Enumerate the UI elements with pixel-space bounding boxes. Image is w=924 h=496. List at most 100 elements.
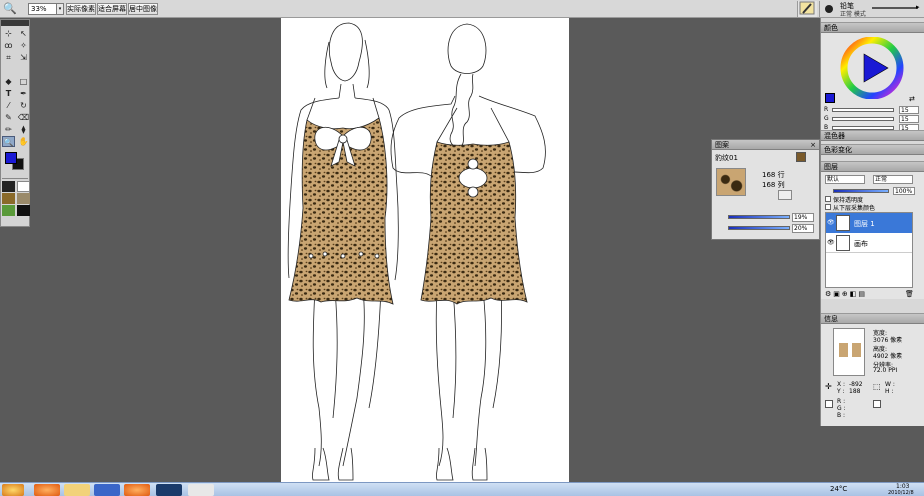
- painter-icon[interactable]: [188, 484, 214, 496]
- close-icon[interactable]: ×: [809, 140, 817, 150]
- start-button[interactable]: [2, 484, 24, 496]
- move-tool-icon[interactable]: ↖: [17, 28, 30, 39]
- folder-icon[interactable]: [64, 484, 90, 496]
- browser-icon[interactable]: [124, 484, 150, 496]
- trash-icon[interactable]: 🗑: [905, 290, 914, 298]
- rect-shape-tool-icon[interactable]: □: [17, 76, 30, 87]
- brush-tool-icon[interactable]: [797, 1, 817, 17]
- weather-temp: 24°C: [830, 485, 848, 493]
- color-variability-title[interactable]: 色彩变化: [821, 145, 924, 155]
- grabber-tool-icon[interactable]: ✋: [17, 136, 30, 147]
- stamp-tool-icon[interactable]: ⧫: [17, 124, 30, 135]
- windows-taskbar: 24°C 1:03 2010/12/8: [0, 482, 924, 496]
- center-image-button[interactable]: 居中图像: [128, 3, 158, 15]
- zoom-input[interactable]: 33%: [28, 3, 58, 15]
- document-thumbnail: [833, 328, 865, 376]
- keep-transparency-checkbox[interactable]: [825, 196, 831, 202]
- pattern-slider-1[interactable]: [728, 215, 790, 219]
- pencil-tool-icon[interactable]: ✏: [2, 124, 15, 135]
- info-panel: 信息 宽度: 3076 像素 高度: 4902 像素 分辨率: 72.0 PPI…: [821, 313, 924, 426]
- crosshair-icon: ✛: [825, 382, 832, 391]
- color-panel-title[interactable]: 颜色: [821, 23, 924, 33]
- fit-screen-button[interactable]: 适合屏幕: [97, 3, 127, 15]
- layers-panel-title[interactable]: 图层: [821, 162, 924, 172]
- opacity-slider[interactable]: [833, 189, 889, 193]
- mixer-panel-title[interactable]: 混色器: [821, 131, 924, 141]
- canvas-thumbnail: [836, 235, 850, 251]
- pattern-value-2[interactable]: 20%: [792, 224, 814, 233]
- current-color-swatch[interactable]: [825, 93, 835, 103]
- look-icon[interactable]: [17, 205, 30, 216]
- layers-list: 👁 图层 1 👁 画布: [825, 212, 913, 288]
- pattern-preview[interactable]: [716, 168, 746, 196]
- mixer-label: 混色器: [824, 132, 845, 140]
- layer-adjuster-tool-icon[interactable]: ⊹: [2, 28, 15, 39]
- rotate-tool-icon[interactable]: ↻: [17, 100, 30, 111]
- firefox-icon[interactable]: [34, 484, 60, 496]
- layer-actions-icons[interactable]: ⚙▣⊕◧▤: [825, 290, 867, 298]
- paper-texture-icon[interactable]: [2, 181, 15, 192]
- color-info-swatch: [825, 400, 833, 408]
- gradient-icon[interactable]: [17, 181, 30, 192]
- color-swatches: [1, 151, 29, 173]
- clock-date[interactable]: 2010/12/8: [888, 490, 914, 496]
- width-value: 3076 像素: [873, 337, 903, 344]
- info-panel-title[interactable]: 信息: [821, 314, 924, 324]
- swap-colors-icon[interactable]: ⇄: [909, 95, 915, 103]
- photoshop-icon[interactable]: [156, 484, 182, 496]
- actual-pixels-button[interactable]: 实际像素: [66, 3, 96, 15]
- layer-1-name: 图层 1: [854, 220, 875, 228]
- pattern-cols: 168 列: [762, 181, 785, 189]
- transform-tool-icon[interactable]: ⇲: [17, 52, 30, 63]
- shape-select-tool-icon[interactable]: ◆: [2, 76, 15, 87]
- g-label: G: [824, 115, 829, 122]
- g-value[interactable]: 15: [899, 115, 919, 123]
- lasso-tool-icon[interactable]: ꝏ: [2, 40, 15, 51]
- pen-tool-icon[interactable]: ✒: [17, 88, 30, 99]
- clock-time[interactable]: 1:03: [896, 483, 909, 490]
- layer-1-thumbnail: [836, 215, 850, 231]
- pattern-icon[interactable]: [2, 193, 15, 204]
- weaving-icon[interactable]: [17, 193, 30, 204]
- zoom-tool-icon-palette[interactable]: 🔍: [2, 136, 15, 147]
- info-r-label: R :: [837, 398, 846, 405]
- magic-wand-tool-icon[interactable]: ✧: [17, 40, 30, 51]
- pattern-name: 豹纹01: [715, 154, 738, 162]
- nozzle-icon[interactable]: [2, 205, 15, 216]
- sample-below-checkbox[interactable]: [825, 204, 831, 210]
- color-info-swatch-2: [873, 400, 881, 408]
- visibility-eye-icon[interactable]: 👁: [827, 219, 835, 226]
- r-slider[interactable]: [832, 108, 894, 112]
- text-tool-icon[interactable]: T: [2, 88, 15, 99]
- pattern-slider-2[interactable]: [728, 226, 790, 230]
- document-canvas[interactable]: [281, 18, 569, 482]
- foreground-color-swatch[interactable]: [5, 152, 17, 164]
- layer-blend-select[interactable]: 正常: [873, 175, 913, 184]
- color-wheel[interactable]: [837, 37, 907, 99]
- dropper-tool-icon[interactable]: ⁄: [2, 100, 15, 111]
- layer-row-1[interactable]: 👁 图层 1: [826, 213, 912, 233]
- brush-panel-arrow-icon[interactable]: ▸: [916, 3, 920, 11]
- brush-mode: 正常 模式: [840, 11, 866, 18]
- info-title-text: 信息: [824, 315, 838, 323]
- pattern-swatch-icon[interactable]: [796, 152, 806, 162]
- variability-label: 色彩变化: [824, 146, 852, 154]
- opacity-value[interactable]: 100%: [893, 187, 915, 195]
- layer-row-canvas[interactable]: 👁 画布: [826, 233, 912, 253]
- divider-line-2: [17, 64, 30, 75]
- pattern-panel-title[interactable]: 图案 ×: [712, 140, 819, 150]
- g-slider[interactable]: [832, 117, 894, 121]
- word-icon[interactable]: [94, 484, 120, 496]
- visibility-eye-icon-canvas[interactable]: 👁: [827, 239, 835, 246]
- zoom-tool-icon[interactable]: 🔍: [3, 2, 17, 16]
- brush-tool-icon-small[interactable]: ✎: [2, 112, 15, 123]
- r-value[interactable]: 15: [899, 106, 919, 114]
- eraser-tool-icon[interactable]: ⌫: [17, 112, 30, 123]
- size-icon: ⬚: [873, 382, 881, 391]
- pattern-value-1[interactable]: 19%: [792, 213, 814, 222]
- layer-mode-select[interactable]: 默认: [825, 175, 865, 184]
- zoom-dropdown-icon[interactable]: ▾: [56, 3, 64, 15]
- h-label: H :: [885, 388, 894, 395]
- crop-tool-icon[interactable]: ⌗: [2, 52, 15, 63]
- pattern-option-icon[interactable]: [778, 190, 792, 200]
